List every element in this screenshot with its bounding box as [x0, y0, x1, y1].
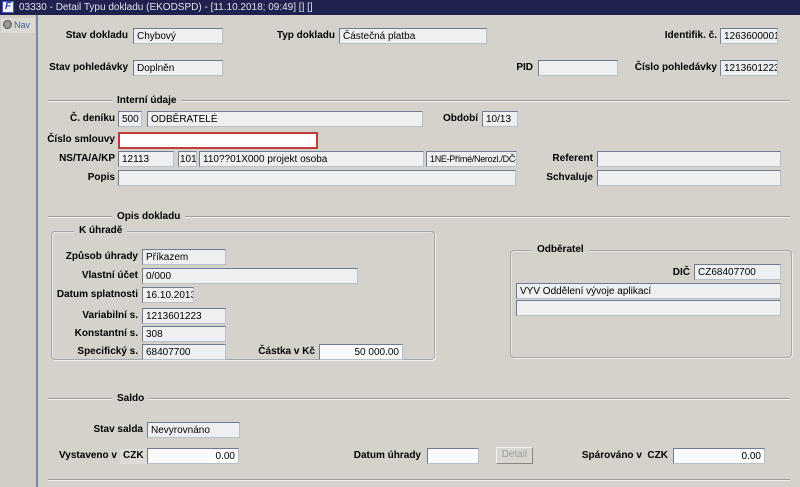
- app-icon: F: [2, 1, 14, 13]
- sparovano-label: Spárováno v CZK: [568, 450, 668, 461]
- schvaluje-field[interactable]: [597, 170, 781, 186]
- odberatel-group-title: Odběratel: [532, 244, 589, 255]
- vlastni-ucet-field[interactable]: 0/000: [142, 268, 358, 284]
- specificky-s-field[interactable]: 68407700: [142, 344, 226, 360]
- konstantni-s-field[interactable]: 308: [142, 326, 226, 342]
- zpusob-uhrady-field[interactable]: Příkazem: [142, 249, 226, 265]
- dic-label: DIČ: [655, 267, 690, 278]
- typ-dokladu-label: Typ dokladu: [255, 30, 335, 41]
- vlastni-ucet-label: Vlastní účet: [60, 270, 138, 281]
- popis-label: Popis: [63, 172, 115, 183]
- referent-label: Referent: [543, 153, 593, 164]
- pid-label: PID: [498, 62, 533, 73]
- odberatel-adresa-field[interactable]: [516, 300, 781, 316]
- identifik-c-field[interactable]: 1263600001: [720, 28, 778, 44]
- popis-field[interactable]: [118, 170, 516, 186]
- cislo-pohledavky-field[interactable]: 1213601223: [720, 60, 778, 76]
- variabilni-s-field[interactable]: 1213601223: [142, 308, 226, 324]
- cislo-smlouvy-label: Číslo smlouvy: [35, 134, 115, 145]
- specificky-s-label: Specifický s.: [60, 346, 138, 357]
- nav-sidebar: Nav: [0, 15, 38, 487]
- bottom-divider: [48, 479, 790, 481]
- typ-dokladu-field[interactable]: Částečná platba: [339, 28, 487, 44]
- datum-splatnosti-field[interactable]: 16.10.2013: [142, 287, 194, 303]
- datum-uhrady-field[interactable]: [427, 448, 479, 464]
- ns-ta-a-kp-label: NS/TA/A/KP: [35, 153, 115, 164]
- sparovano-field[interactable]: 0.00: [673, 448, 765, 464]
- obdobi-field[interactable]: 10/13: [482, 111, 518, 127]
- nav-icon: [3, 20, 12, 29]
- dic-field[interactable]: CZ68407700: [694, 264, 781, 280]
- schvaluje-label: Schvaluje: [538, 172, 593, 183]
- datum-uhrady-label: Datum úhrady: [351, 450, 421, 461]
- identifik-c-label: Identifik. č.: [640, 30, 717, 41]
- referent-field[interactable]: [597, 151, 781, 167]
- stav-dokladu-label: Stav dokladu: [48, 30, 128, 41]
- vystaveno-label: Vystaveno v: [50, 450, 117, 461]
- saldo-section-title: Saldo: [112, 393, 149, 404]
- c-deniku-code-field[interactable]: 500: [118, 111, 142, 127]
- saldo-divider: [48, 398, 790, 400]
- stav-pohledavky-label: Stav pohledávky: [40, 62, 128, 73]
- variabilni-s-label: Variabilní s.: [60, 310, 138, 321]
- konstantni-s-label: Konstantní s.: [60, 328, 138, 339]
- vystaveno-field[interactable]: 0.00: [147, 448, 239, 464]
- zpusob-uhrady-label: Způsob úhrady: [60, 251, 138, 262]
- nav-label: Nav: [14, 20, 30, 30]
- k-uhrade-group-title: K úhradě: [74, 225, 127, 236]
- opis-dokladu-section-title: Opis dokladu: [112, 211, 185, 222]
- kp-field[interactable]: 1NE-Přímé/Nerozl./DČ-E: [426, 151, 517, 167]
- c-deniku-label: Č. deníku: [55, 113, 115, 124]
- ta-field[interactable]: 101: [178, 151, 197, 167]
- ns-field[interactable]: 12113: [118, 151, 174, 167]
- castka-v-kc-field[interactable]: 50 000.00: [319, 344, 403, 360]
- stav-dokladu-field[interactable]: Chybový: [133, 28, 223, 44]
- nav-button[interactable]: Nav: [1, 18, 35, 33]
- cislo-pohledavky-label: Číslo pohledávky: [628, 62, 717, 73]
- vystaveno-currency: CZK: [120, 449, 147, 464]
- title-bar: F 03330 - Detail Typu dokladu (EKODSPD) …: [0, 0, 800, 15]
- odberatel-nazev-field[interactable]: VYV Oddělení vývoje aplikací: [516, 283, 781, 299]
- window-title: 03330 - Detail Typu dokladu (EKODSPD) - …: [19, 0, 313, 15]
- pid-field[interactable]: [538, 60, 618, 76]
- detail-button[interactable]: Detail: [496, 447, 533, 464]
- c-deniku-name-field[interactable]: ODBĚRATELÉ: [147, 111, 423, 127]
- datum-splatnosti-label: Datum splatnosti: [52, 289, 138, 300]
- cislo-smlouvy-field[interactable]: [118, 132, 318, 149]
- stav-salda-field[interactable]: Nevyrovnáno: [147, 422, 240, 438]
- a-field[interactable]: 110??01X000 projekt osoba: [199, 151, 424, 167]
- interni-udaje-section-title: Interní údaje: [112, 95, 181, 106]
- castka-v-kc-label: Částka v Kč: [250, 346, 315, 357]
- obdobi-label: Období: [438, 113, 478, 124]
- stav-pohledavky-field[interactable]: Doplněn: [133, 60, 223, 76]
- stav-salda-label: Stav salda: [85, 424, 143, 435]
- app-window: F 03330 - Detail Typu dokladu (EKODSPD) …: [0, 0, 800, 487]
